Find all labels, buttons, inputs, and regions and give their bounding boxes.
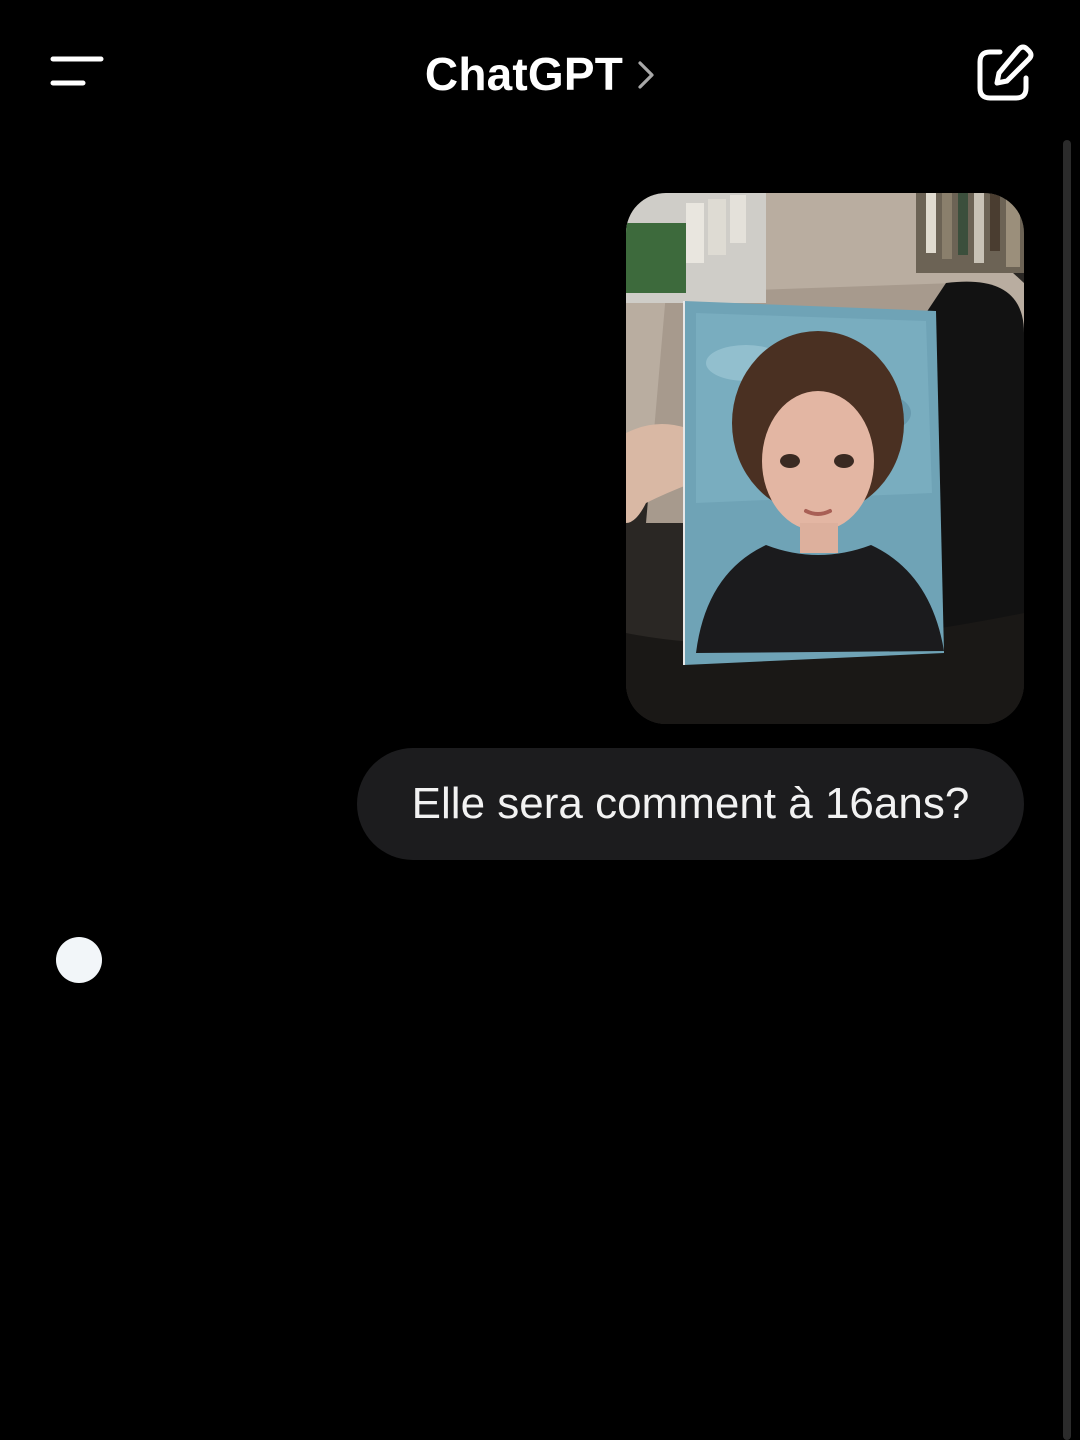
app-title: ChatGPT	[424, 48, 624, 100]
top-bar: ChatGPT	[0, 0, 1080, 145]
attached-photo[interactable]	[626, 193, 1024, 724]
new-chat-icon	[977, 44, 1034, 101]
chevron-right-icon	[638, 61, 654, 89]
model-selector[interactable]: ChatGPT	[0, 44, 1080, 104]
user-message-bubble[interactable]: Elle sera comment à 16ans?	[357, 748, 1024, 860]
user-message-text: Elle sera comment à 16ans?	[411, 779, 970, 828]
chat-screen: ChatGPT Elle sera comment à 16ans?	[0, 0, 1080, 1440]
new-chat-button[interactable]	[970, 40, 1038, 108]
typing-indicator-icon	[56, 937, 102, 983]
scrollbar[interactable]	[1063, 140, 1071, 1440]
photo-illustration	[626, 193, 1024, 724]
